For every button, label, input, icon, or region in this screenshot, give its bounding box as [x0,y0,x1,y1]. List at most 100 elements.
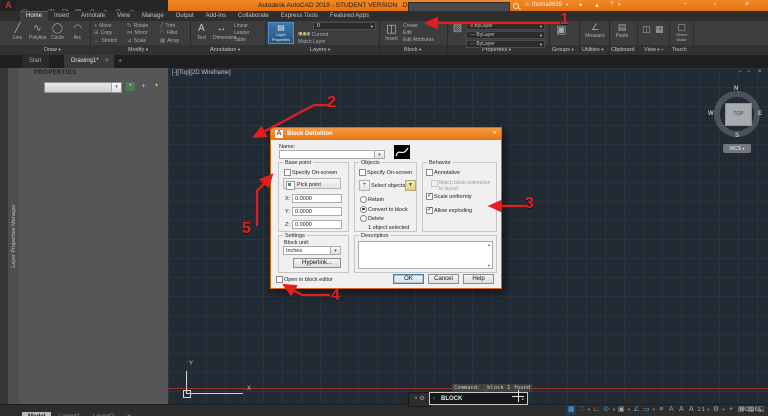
x-input[interactable]: 0.0000 [292,194,342,203]
pick-point-button[interactable]: Pick point [283,178,341,189]
status-icon-autoscale[interactable]: A [676,405,686,415]
retain-radio[interactable] [360,196,367,203]
ribbon-tab[interactable]: Manage [136,11,170,21]
status-icon-annotation-visibility[interactable]: A [666,405,676,415]
panel-label-view[interactable]: View ▾ » [644,45,664,55]
view-base-icon[interactable]: ◫ [642,24,651,35]
description-textarea[interactable]: ▲ ▼ [358,241,493,269]
modify-tool[interactable]: ↔Stretch [94,38,127,45]
status-icon-clean-screen[interactable]: ◱ [756,405,766,415]
quick-select-dialog-icon[interactable]: ▼ [405,180,416,191]
open-in-block-editor-checkbox[interactable] [276,276,283,283]
block-tool[interactable]: Edit [403,30,434,37]
annotation-small-tool[interactable]: Leader [234,30,250,37]
ok-button[interactable]: OK [393,274,424,284]
status-icon-isodraft[interactable]: ▣ [616,405,626,415]
viewcube-east[interactable]: E [758,111,762,117]
help-button[interactable]: Help [463,274,494,284]
signin-username[interactable]: thoma9639 [532,0,562,11]
viewcube-north[interactable]: N [734,86,738,92]
lineweight-dropdown[interactable]: — ByLayer ▾ [466,40,545,48]
panel-label-groups[interactable]: Groups ▾ [552,45,574,55]
status-icon-otrack[interactable]: ▭ [641,405,651,415]
status-icon-grid[interactable]: ▦ [566,405,576,415]
view-viewport-icon[interactable]: ▦ [655,24,664,35]
viewport-restore-icon[interactable]: ▫ [748,69,750,75]
select-objects-palette-icon[interactable]: + [139,82,148,91]
status-icon-lineweight[interactable]: ≡ [656,405,666,415]
close-button[interactable]: × [740,0,754,10]
command-recent-caret-icon[interactable]: ▴ [521,393,524,405]
annotation-tool[interactable]: A Text [194,22,209,41]
panel-label-touch[interactable]: Touch [672,45,687,55]
palette-dropdown-caret-icon[interactable]: ▾ [111,83,121,92]
ribbon-tab[interactable]: Output [170,11,200,21]
dialog-title-bar[interactable]: A Block Definition × [271,128,501,140]
block-unit-dropdown[interactable]: Inches ▾ [283,246,341,255]
autodesk-app-icon[interactable]: ✦ [578,2,583,11]
quick-select-icon[interactable]: ✦ [152,82,161,91]
ribbon-tab[interactable]: Insert [48,11,75,21]
layer-properties-button[interactable]: ▤ Layer Properties [268,22,294,44]
unit-caret-icon[interactable]: ▾ [330,247,340,254]
layout-tab[interactable]: + [121,412,137,416]
status-icon-ortho[interactable]: ∟ [591,405,601,415]
command-input[interactable]: › BLOCK ▴ [429,392,528,405]
search-box[interactable] [408,2,510,12]
viewcube-top-face[interactable]: TOP [725,103,752,126]
layer-tool[interactable]: Make Current [298,32,328,39]
scroll-up-icon[interactable]: ▲ [487,242,491,247]
measure-button[interactable]: ∠ Measure [583,22,607,39]
panel-label-annotation[interactable]: Annotation ▾ [210,45,240,55]
ribbon-tab[interactable]: Add-ins [200,11,232,21]
layout-tab[interactable]: Layout1 [52,412,85,416]
insert-block-button[interactable]: ◫ Insert [383,22,400,42]
status-icon-workspace[interactable]: ⚙ [711,405,721,415]
application-menu-button[interactable]: A [1,0,16,11]
modify-tool[interactable]: ⋈Mirror [127,30,160,37]
viewport-controls-label[interactable]: [-][Top][2D Wireframe] [172,70,231,76]
annotation-tool[interactable]: ↔ Dimension [213,22,230,41]
status-icon-units[interactable]: ▤ [736,405,746,415]
name-combo-caret-icon[interactable]: ▾ [374,151,384,158]
objects-specify-checkbox[interactable] [359,169,366,176]
toggle-pickadd-icon[interactable]: + [126,82,135,91]
z-input[interactable]: 0.0000 [292,220,342,229]
status-icon-osnap[interactable]: ∠ [631,405,641,415]
file-tab-close-icon[interactable]: × [105,55,109,68]
search-icon[interactable] [513,3,519,9]
panel-label-modify[interactable]: Modify ▾ [128,45,148,55]
file-tab-start[interactable]: Start [22,55,49,68]
viewport-minimize-icon[interactable]: − [738,69,742,75]
status-icon-polar[interactable]: ⊙ [601,405,611,415]
ribbon-tab[interactable]: Home [20,11,48,21]
layout-tab[interactable]: Layout2 [87,412,120,416]
new-drawing-tab-icon[interactable]: + [118,55,122,68]
convert-to-block-radio[interactable] [360,206,367,213]
touch-select-mode-button[interactable]: ▢ Select Mode [673,22,690,42]
ribbon-tab[interactable]: Collaborate [232,11,275,21]
linetype-dropdown[interactable]: — ByLayer ▾ [466,31,545,39]
paste-button[interactable]: ▤ Paste [612,22,632,39]
annotation-small-tool[interactable]: Linear [234,23,250,30]
panel-label-layers[interactable]: Layers ▾ [310,45,330,55]
ribbon-tab[interactable]: Express Tools [275,11,324,21]
command-close-icon[interactable]: × [414,396,418,402]
ribbon-tab[interactable]: Featured Apps [324,11,375,21]
color-dropdown[interactable]: ■ ByLayer ▾ [466,22,545,30]
select-objects-icon[interactable]: + [359,180,370,191]
draw-tool[interactable]: ◠ Arc [69,22,86,44]
modify-tool[interactable]: ╱Trim [160,23,188,30]
modify-tool[interactable]: ↻Rotate [127,23,160,30]
viewcube-west[interactable]: W [708,111,714,117]
layout-tab[interactable]: Model [22,412,51,416]
command-customize-icon[interactable]: ⚙ [419,396,424,402]
block-tool[interactable]: Edit Attributes [403,37,434,44]
modify-tool[interactable]: ▦Array [160,38,188,45]
viewcube-south[interactable]: S [735,133,739,139]
annotative-checkbox[interactable] [426,169,433,176]
scale-uniformly-checkbox[interactable]: ✓ [426,193,433,200]
panel-label-utilities[interactable]: Utilities ▾ [582,45,604,55]
help-icon[interactable]: ? [610,1,613,10]
viewport-close-icon[interactable]: × [758,69,762,75]
